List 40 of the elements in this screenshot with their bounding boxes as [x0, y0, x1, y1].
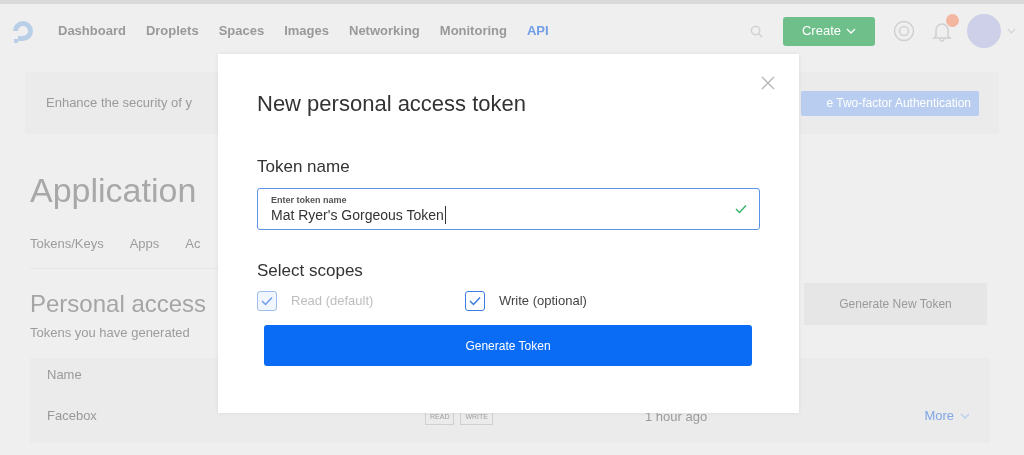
two-factor-button[interactable]: e Two-factor Authentication	[801, 90, 979, 116]
close-button[interactable]	[761, 76, 775, 90]
section-title: Personal access	[30, 288, 207, 319]
scope-label: Write (optional)	[499, 292, 587, 311]
search-icon[interactable]	[750, 24, 763, 38]
token-name-field[interactable]: Enter token name Mat Ryer's Gorgeous Token	[257, 188, 760, 230]
avatar[interactable]	[967, 14, 1001, 48]
scope-label: Read (default)	[291, 292, 374, 311]
nav-link[interactable]: Networking	[349, 21, 420, 41]
page-title: Application	[30, 170, 197, 211]
column-header: Name	[47, 366, 82, 385]
nav-link[interactable]: Dashboard	[58, 21, 126, 41]
checkmark-icon	[469, 296, 481, 306]
nav-link[interactable]: Spaces	[218, 21, 265, 41]
bell-icon[interactable]	[931, 20, 953, 42]
token-name: Facebox	[47, 407, 98, 425]
nav-link[interactable]: Droplets	[145, 21, 199, 41]
section-subtitle: Tokens you have generated	[30, 323, 191, 342]
dialog-title: New personal access token	[257, 90, 528, 118]
token-name-label: Token name	[257, 156, 351, 178]
help-icon[interactable]	[893, 20, 915, 42]
tab[interactable]: Ac	[185, 234, 201, 254]
field-value: Mat Ryer's Gorgeous Token	[271, 205, 446, 224]
banner-text: Enhance the security of y	[46, 94, 192, 113]
caret-icon	[960, 412, 970, 419]
nav-link[interactable]: API	[526, 21, 549, 41]
more-button[interactable]: More	[924, 406, 970, 426]
tab[interactable]: Apps	[129, 234, 160, 254]
create-button[interactable]: Create	[783, 16, 875, 46]
tab[interactable]: Tokens/Keys	[30, 234, 104, 254]
nav-link[interactable]: Images	[284, 21, 329, 41]
scopes-label: Select scopes	[257, 260, 364, 282]
caret-icon[interactable]	[1007, 28, 1016, 34]
nav-link[interactable]: Monitoring	[439, 21, 507, 41]
generate-new-token-button[interactable]: Generate New Token	[804, 282, 987, 325]
generate-token-button[interactable]: Generate Token	[264, 325, 752, 366]
field-label: Enter token name	[271, 194, 348, 206]
checkmark-icon	[261, 296, 273, 306]
caret-icon	[846, 28, 856, 34]
scope-checkbox[interactable]	[465, 291, 485, 311]
